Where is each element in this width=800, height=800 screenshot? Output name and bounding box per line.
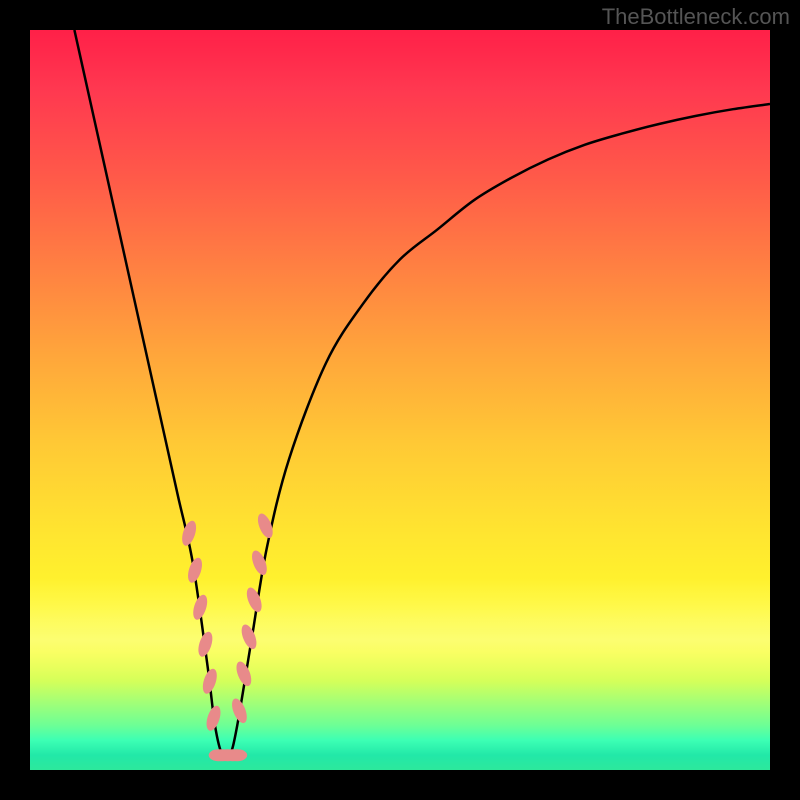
data-marker	[196, 630, 215, 658]
data-marker	[200, 667, 219, 695]
data-marker	[233, 659, 254, 688]
data-marker	[190, 593, 209, 621]
data-marker	[185, 556, 204, 584]
data-marker	[179, 519, 198, 547]
data-marker	[204, 704, 223, 732]
data-marker	[244, 585, 265, 614]
bottleneck-curve	[74, 30, 770, 759]
data-marker	[229, 696, 250, 725]
data-marker	[239, 622, 260, 651]
watermark-text: TheBottleneck.com	[602, 4, 790, 30]
data-markers	[179, 511, 275, 761]
chart-svg	[30, 30, 770, 770]
curve-group	[74, 30, 770, 759]
data-marker	[227, 749, 247, 761]
